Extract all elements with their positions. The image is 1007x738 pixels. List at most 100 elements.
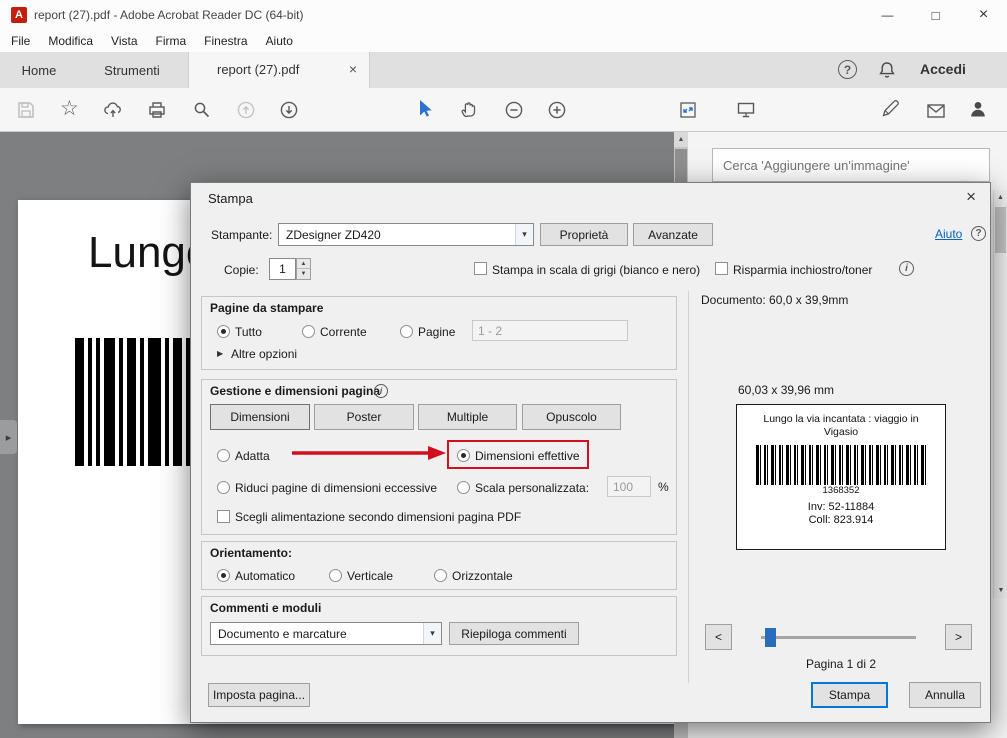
more-options-link[interactable]: Altre opzioni: [231, 347, 297, 361]
menu-file[interactable]: File: [2, 34, 39, 48]
dialog-help-link[interactable]: Aiuto: [935, 227, 962, 241]
dialog-close-icon[interactable]: ×: [966, 187, 976, 207]
star-icon[interactable]: ☆: [60, 96, 79, 121]
orientation-group: Orientamento: Automatico Verticale Orizz…: [201, 541, 677, 590]
search-input[interactable]: [712, 148, 990, 182]
orientation-portrait-label: Verticale: [347, 569, 393, 583]
printer-label: Stampante:: [211, 228, 272, 242]
poster-button[interactable]: Poster: [314, 404, 414, 430]
maximize-button[interactable]: □: [913, 0, 958, 30]
properties-button[interactable]: Proprietà: [540, 223, 628, 246]
page-setup-button[interactable]: Imposta pagina...: [208, 683, 310, 707]
size-group-info-icon[interactable]: i: [374, 384, 388, 398]
copies-spinner[interactable]: ▲ ▼: [296, 258, 311, 280]
zoom-in-icon[interactable]: [547, 100, 567, 120]
spin-down-icon[interactable]: ▼: [297, 269, 310, 279]
copies-input[interactable]: [269, 258, 296, 280]
custom-scale-input[interactable]: [607, 476, 651, 497]
select-tool-icon[interactable]: [416, 99, 436, 119]
toner-checkbox-label: Risparmia inchiostro/toner: [733, 263, 872, 277]
tab-tools[interactable]: Strumenti: [78, 52, 186, 88]
advanced-button[interactable]: Avanzate: [633, 223, 713, 246]
comments-select-value: Documento e marcature: [218, 623, 347, 644]
panel-scrollbar-thumb[interactable]: [995, 207, 1006, 253]
close-button[interactable]: ×: [960, 0, 1007, 30]
share-cloud-icon[interactable]: [103, 100, 123, 120]
account-avatar-icon[interactable]: [968, 99, 988, 119]
print-button[interactable]: Stampa: [811, 682, 888, 708]
booklet-button[interactable]: Opuscolo: [522, 404, 621, 430]
page-display-icon[interactable]: [678, 100, 698, 120]
orientation-group-title: Orientamento:: [210, 546, 292, 560]
summarize-comments-button[interactable]: Riepiloga commenti: [449, 622, 579, 645]
fit-label: Adatta: [235, 449, 270, 463]
more-options-expand-icon[interactable]: ▶: [217, 349, 223, 358]
size-button[interactable]: Dimensioni: [210, 404, 310, 430]
main-toolbar: ☆ / 2: [0, 88, 1007, 132]
spin-up-icon[interactable]: ▲: [297, 259, 310, 269]
print-icon[interactable]: [147, 100, 167, 120]
panel-scroll-down-arrow[interactable]: ▼: [994, 583, 1007, 598]
left-panel-toggle[interactable]: ▸: [0, 420, 17, 454]
shrink-radio[interactable]: [217, 481, 230, 494]
grayscale-checkbox[interactable]: [474, 262, 487, 275]
tab-document[interactable]: report (27).pdf ×: [188, 52, 370, 88]
zoom-search-icon[interactable]: [192, 100, 212, 120]
orientation-portrait-radio[interactable]: [329, 569, 342, 582]
preview-page-size: 60,03 x 39,96 mm: [738, 383, 834, 397]
toner-checkbox[interactable]: [715, 262, 728, 275]
preview-prev-button[interactable]: <: [705, 624, 732, 650]
cancel-button[interactable]: Annulla: [909, 682, 981, 708]
custom-scale-radio[interactable]: [457, 481, 470, 494]
pages-range-input[interactable]: [472, 320, 628, 341]
zoom-out-icon[interactable]: [504, 100, 524, 120]
print-dialog: Stampa × Stampante: ZDesigner ZD420 ▾ Pr…: [190, 182, 991, 723]
actual-size-radio[interactable]: [457, 449, 470, 462]
scroll-up-arrow[interactable]: ▲: [674, 132, 688, 147]
acrobat-app-icon: A: [11, 7, 27, 23]
tab-home[interactable]: Home: [0, 52, 78, 88]
preview-slider-track[interactable]: [761, 636, 916, 639]
save-icon[interactable]: [16, 100, 36, 120]
panel-scroll-up-arrow[interactable]: ▲: [994, 190, 1007, 205]
menu-vista[interactable]: Vista: [102, 34, 146, 48]
paper-source-checkbox[interactable]: [217, 510, 230, 523]
fill-sign-pen-icon[interactable]: [880, 99, 900, 119]
pages-range-radio[interactable]: [400, 325, 413, 338]
pages-current-radio[interactable]: [302, 325, 315, 338]
comments-caret-icon[interactable]: ▾: [423, 623, 441, 644]
presentation-icon[interactable]: [736, 100, 756, 120]
sign-in-button[interactable]: Accedi: [920, 61, 966, 77]
help-icon[interactable]: ?: [838, 60, 857, 79]
minimize-button[interactable]: —: [865, 0, 910, 30]
dialog-help-icon[interactable]: ?: [971, 226, 986, 241]
preview-slider-thumb[interactable]: [765, 628, 776, 647]
fit-radio[interactable]: [217, 449, 230, 462]
custom-scale-label: Scala personalizzata:: [475, 481, 589, 495]
next-page-icon[interactable]: [279, 100, 299, 120]
multiple-button[interactable]: Multiple: [418, 404, 517, 430]
window-title: report (27).pdf - Adobe Acrobat Reader D…: [34, 8, 303, 22]
panel-scrollbar[interactable]: ▲ ▼: [993, 190, 1007, 598]
previous-page-icon[interactable]: [236, 100, 256, 120]
email-icon[interactable]: [926, 101, 946, 121]
grayscale-checkbox-label: Stampa in scala di grigi (bianco e nero): [492, 263, 700, 277]
comments-select[interactable]: Documento e marcature ▾: [210, 622, 442, 645]
bell-icon[interactable]: [877, 60, 897, 80]
menu-firma[interactable]: Firma: [147, 34, 196, 48]
preview-next-button[interactable]: >: [945, 624, 972, 650]
menu-aiuto[interactable]: Aiuto: [257, 34, 302, 48]
printer-select-value: ZDesigner ZD420: [286, 224, 381, 245]
printer-caret-icon[interactable]: ▾: [515, 224, 533, 245]
orientation-landscape-radio[interactable]: [434, 569, 447, 582]
orientation-auto-radio[interactable]: [217, 569, 230, 582]
menu-finestra[interactable]: Finestra: [195, 34, 256, 48]
toner-info-icon[interactable]: i: [899, 261, 914, 276]
tab-close-icon[interactable]: ×: [349, 61, 357, 77]
menu-modifica[interactable]: Modifica: [39, 34, 102, 48]
pages-all-radio[interactable]: [217, 325, 230, 338]
dialog-divider: [688, 291, 689, 683]
preview-title-line1: Lungo la via incantata : viaggio in: [737, 413, 945, 425]
hand-tool-icon[interactable]: [458, 99, 478, 119]
printer-select[interactable]: ZDesigner ZD420 ▾: [278, 223, 534, 246]
